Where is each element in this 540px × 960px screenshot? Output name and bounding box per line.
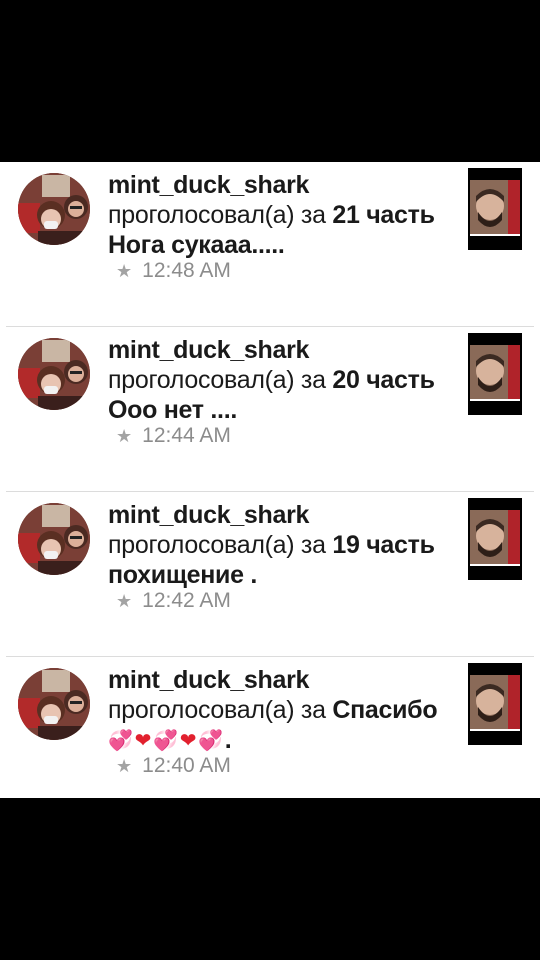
story-cover-thumbnail[interactable]: [468, 663, 522, 745]
vote-notification-feed: mint_duck_shark проголосовал(а) за 21 ча…: [0, 162, 540, 798]
story-title[interactable]: 💞 ❤ 💞 ❤ 💞 .: [108, 725, 458, 756]
notification-text: mint_duck_shark проголосовал(а) за 19 ча…: [108, 500, 458, 590]
story-cover-thumbnail[interactable]: [468, 168, 522, 250]
story-title[interactable]: Ооо нет ....: [108, 395, 458, 425]
timestamp: 12:48 AM: [142, 259, 231, 282]
action-label: проголосовал(а) за: [108, 696, 326, 724]
username[interactable]: mint_duck_shark: [108, 335, 458, 365]
bottom-black-bar: [0, 798, 540, 960]
action-label: проголосовал(а) за: [108, 531, 326, 559]
title-suffix: .: [224, 726, 232, 754]
notification-text: mint_duck_shark проголосовал(а) за 21 ча…: [108, 170, 458, 260]
avatar[interactable]: [18, 503, 90, 575]
red-heart-icon: ❤: [134, 730, 152, 753]
avatar[interactable]: [18, 338, 90, 410]
notification-item[interactable]: mint_duck_shark проголосовал(а) за Спаси…: [6, 657, 534, 798]
timestamp: 12:42 AM: [142, 589, 231, 612]
part-link[interactable]: Спасибо: [332, 696, 437, 724]
sparkling-heart-icon: 💞: [153, 730, 178, 753]
notification-item[interactable]: mint_duck_shark проголосовал(а) за 20 ча…: [6, 327, 534, 492]
timestamp-row: ★ 12:44 AM: [116, 423, 231, 449]
notification-item[interactable]: mint_duck_shark проголосовал(а) за 21 ча…: [6, 162, 534, 327]
username[interactable]: mint_duck_shark: [108, 170, 458, 200]
part-link[interactable]: 20 часть: [332, 366, 435, 394]
story-cover-thumbnail[interactable]: [468, 333, 522, 415]
timestamp-row: ★ 12:40 AM: [116, 753, 231, 779]
notification-item[interactable]: mint_duck_shark проголосовал(а) за 19 ча…: [6, 492, 534, 657]
username[interactable]: mint_duck_shark: [108, 500, 458, 530]
username[interactable]: mint_duck_shark: [108, 665, 458, 695]
notification-text: mint_duck_shark проголосовал(а) за 20 ча…: [108, 335, 458, 425]
story-cover-thumbnail[interactable]: [468, 498, 522, 580]
red-heart-icon: ❤: [179, 730, 197, 753]
timestamp-row: ★ 12:48 AM: [116, 258, 231, 284]
avatar[interactable]: [18, 668, 90, 740]
story-title[interactable]: похищение .: [108, 560, 458, 590]
notification-text: mint_duck_shark проголосовал(а) за Спаси…: [108, 665, 458, 756]
star-icon: ★: [116, 261, 133, 281]
star-icon: ★: [116, 426, 133, 446]
story-title[interactable]: Нога сукааа.....: [108, 230, 458, 260]
top-black-bar: [0, 0, 540, 162]
part-link[interactable]: 21 часть: [332, 201, 435, 229]
action-line: проголосовал(а) за Спасибо: [108, 695, 458, 725]
star-icon: ★: [116, 756, 133, 776]
sparkling-heart-icon: 💞: [198, 730, 223, 753]
action-label: проголосовал(а) за: [108, 201, 326, 229]
part-link[interactable]: 19 часть: [332, 531, 435, 559]
timestamp: 12:40 AM: [142, 754, 231, 777]
timestamp: 12:44 AM: [142, 424, 231, 447]
sparkling-heart-icon: 💞: [108, 730, 133, 753]
action-line: проголосовал(а) за 21 часть: [108, 200, 458, 230]
timestamp-row: ★ 12:42 AM: [116, 588, 231, 614]
action-label: проголосовал(а) за: [108, 366, 326, 394]
heart-emoji-row: 💞 ❤ 💞 ❤ 💞: [108, 726, 225, 756]
action-line: проголосовал(а) за 19 часть: [108, 530, 458, 560]
star-icon: ★: [116, 591, 133, 611]
avatar[interactable]: [18, 173, 90, 245]
action-line: проголосовал(а) за 20 часть: [108, 365, 458, 395]
